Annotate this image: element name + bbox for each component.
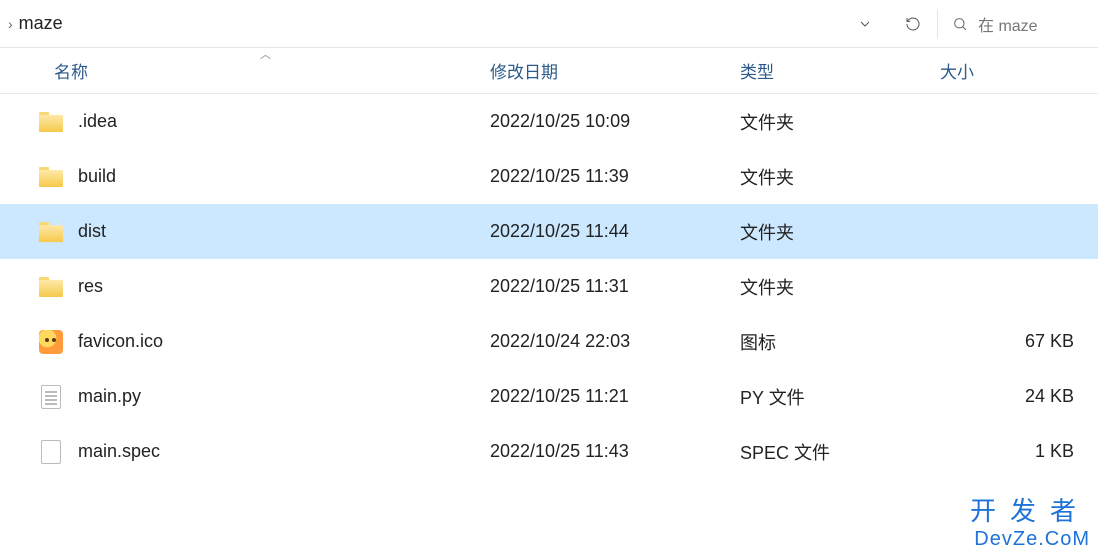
file-name: main.spec — [78, 441, 160, 462]
search-box[interactable]: 在 maze — [938, 0, 1098, 47]
cell-date: 2022/10/25 11:39 — [490, 149, 740, 204]
cell-type: 文件夹 — [740, 149, 940, 204]
folder-open-icon — [38, 219, 64, 245]
cell-date: 2022/10/25 10:09 — [490, 94, 740, 149]
chevron-down-icon — [857, 16, 873, 32]
folder-icon — [38, 164, 64, 190]
file-row[interactable]: res 2022/10/25 11:31文件夹 — [0, 259, 1098, 314]
watermark-line1: 开发者 — [970, 491, 1090, 528]
file-row[interactable]: main.spec 2022/10/25 11:43SPEC 文件1 KB — [0, 424, 1098, 479]
watermark-line2: DevZe.CoM — [970, 528, 1090, 551]
folder-icon — [38, 109, 64, 135]
file-name: res — [78, 276, 103, 297]
recent-locations-button[interactable] — [841, 0, 889, 48]
cell-size — [940, 94, 1098, 149]
cell-name: main.py — [30, 369, 490, 424]
cell-date: 2022/10/25 11:44 — [490, 204, 740, 259]
cell-size — [940, 259, 1098, 314]
cell-date: 2022/10/25 11:31 — [490, 259, 740, 314]
cell-type: PY 文件 — [740, 369, 940, 424]
sort-indicator-icon: ︿ — [260, 46, 271, 62]
file-row[interactable]: build 2022/10/25 11:39文件夹 — [0, 149, 1098, 204]
file-name: favicon.ico — [78, 331, 163, 352]
watermark: 开发者 DevZe.CoM — [970, 491, 1090, 551]
cell-date: 2022/10/25 11:43 — [490, 424, 740, 479]
breadcrumb[interactable]: › maze — [0, 0, 841, 47]
cell-type: SPEC 文件 — [740, 424, 940, 479]
column-header-size[interactable]: 大小 — [940, 48, 1098, 93]
column-header-name[interactable]: 名称 ︿ — [30, 48, 490, 93]
file-icon — [38, 439, 64, 465]
file-name: .idea — [78, 111, 117, 132]
cell-size: 1 KB — [940, 424, 1098, 479]
refresh-icon — [905, 16, 921, 32]
cell-name: main.spec — [30, 424, 490, 479]
file-row[interactable]: favicon.ico 2022/10/24 22:03图标67 KB — [0, 314, 1098, 369]
file-name: main.py — [78, 386, 141, 407]
address-toolbar: › maze 在 maze — [0, 0, 1098, 48]
cell-name: favicon.ico — [30, 314, 490, 369]
file-list: .idea2022/10/25 10:09文件夹build2022/10/25 … — [0, 94, 1098, 479]
column-header-date[interactable]: 修改日期 — [490, 48, 740, 93]
search-placeholder: 在 maze — [978, 12, 1038, 36]
cell-name: build — [30, 149, 490, 204]
cell-type: 图标 — [740, 314, 940, 369]
cell-date: 2022/10/25 11:21 — [490, 369, 740, 424]
ico-file-icon — [38, 329, 64, 355]
cell-size: 24 KB — [940, 369, 1098, 424]
cell-size: 67 KB — [940, 314, 1098, 369]
cell-name: .idea — [30, 94, 490, 149]
file-row[interactable]: .idea 2022/10/25 10:09文件夹 — [0, 94, 1098, 149]
column-header-type[interactable]: 类型 — [740, 48, 940, 93]
cell-type: 文件夹 — [740, 259, 940, 314]
cell-type: 文件夹 — [740, 204, 940, 259]
search-icon — [952, 16, 968, 32]
file-row[interactable]: main.py 2022/10/25 11:21PY 文件24 KB — [0, 369, 1098, 424]
refresh-button[interactable] — [889, 0, 937, 48]
file-row[interactable]: dist 2022/10/25 11:44文件夹 — [0, 204, 1098, 259]
cell-size — [940, 149, 1098, 204]
breadcrumb-segment[interactable]: maze — [19, 13, 63, 34]
chevron-right-icon: › — [8, 16, 13, 32]
file-name: dist — [78, 221, 106, 242]
cell-size — [940, 204, 1098, 259]
cell-name: res — [30, 259, 490, 314]
column-header-row: 名称 ︿ 修改日期 类型 大小 — [0, 48, 1098, 94]
cell-name: dist — [30, 204, 490, 259]
folder-icon — [38, 274, 64, 300]
file-name: build — [78, 166, 116, 187]
text-file-icon — [38, 384, 64, 410]
cell-type: 文件夹 — [740, 94, 940, 149]
cell-date: 2022/10/24 22:03 — [490, 314, 740, 369]
